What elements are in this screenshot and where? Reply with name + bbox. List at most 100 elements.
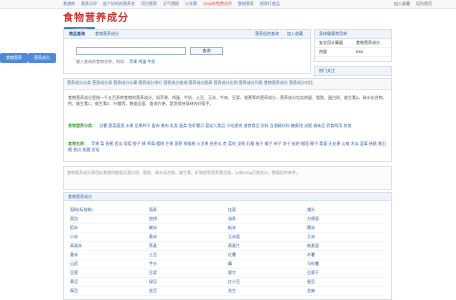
category-link[interactable]: 婴幼儿食品 (205, 123, 226, 128)
food-name-link[interactable]: 橙子 (133, 141, 142, 146)
food-item-link[interactable]: 黄豆 (70, 278, 149, 287)
top-link[interactable]: 火车票 (185, 0, 197, 8)
food-name-link[interactable]: 菠萝 (174, 141, 183, 146)
food-name-link[interactable]: 木瓜 (351, 141, 360, 146)
top-link[interactable]: 保养打底品 (260, 0, 280, 8)
food-name-link[interactable]: 椰子 (310, 141, 319, 146)
tab-food-nutrition[interactable]: 食物营养成分 (92, 30, 122, 38)
food-name-link[interactable]: 荔枝 (228, 141, 237, 146)
food-item-link[interactable]: 挂面 (228, 206, 307, 215)
category-link[interactable]: 坚果种子 (135, 123, 152, 128)
site-logo[interactable]: 食物营养成分 (63, 13, 129, 25)
category-link[interactable]: 调味品 (313, 123, 326, 128)
food-item-link[interactable]: 藕 (228, 260, 307, 269)
category-link[interactable]: 鱼虾蟹贝 (188, 123, 205, 128)
food-name-link[interactable]: 香瓜 (73, 147, 82, 152)
food-item-link[interactable]: 玉米面 (228, 233, 307, 242)
sidebar-row[interactable]: 热量 BMI (315, 48, 391, 57)
top-link[interactable]: 起个好听的营养名 (103, 0, 135, 8)
food-item-link[interactable]: 面包 (70, 215, 149, 224)
category-link[interactable]: 含酒精饮料 (270, 123, 291, 128)
category-link[interactable]: 水果 (125, 123, 134, 128)
tab-nutrition-query[interactable]: 营养组合查询 (252, 30, 282, 38)
food-name-link[interactable]: 芒果 (165, 141, 174, 146)
top-right-link[interactable]: 设为首页 (416, 0, 432, 8)
food-item-link[interactable]: 玉米 (307, 233, 386, 242)
food-item-link[interactable]: 马铃薯 (307, 260, 386, 269)
top-link[interactable]: 营养点评 (81, 0, 97, 8)
category-link[interactable]: 禽肉 (161, 123, 170, 128)
food-item-link[interactable]: 蚕豆 (307, 278, 386, 287)
food-item-link[interactable]: 豌豆 (70, 287, 149, 296)
food-name-link[interactable]: 苹果 (91, 141, 100, 146)
food-item-link[interactable]: 烙饼 (149, 215, 228, 224)
category-link[interactable]: 其他 (343, 123, 351, 128)
float-tab-left[interactable]: 食物营养 (0, 53, 28, 63)
category-link[interactable]: 小吃甜饼 (226, 123, 243, 128)
food-item-link[interactable]: 高粱米 (70, 242, 149, 251)
food-item-link[interactable]: 红小豆 (228, 278, 307, 287)
category-link[interactable]: 畜肉 (152, 123, 161, 128)
food-name-link[interactable]: 柚子 (255, 141, 264, 146)
example-keyword[interactable]: 鸡蛋 (138, 59, 146, 64)
food-name-link[interactable]: 桑葚 (319, 141, 328, 146)
top-link[interactable]: 天气预报 (163, 0, 179, 8)
food-item-link[interactable]: 荞麦 (149, 242, 228, 251)
food-name-link[interactable]: 龙眼 (237, 141, 246, 146)
food-name-link[interactable]: 柿子 (274, 141, 283, 146)
food-item-link[interactable]: 芝麻 (307, 287, 386, 296)
food-item-link[interactable]: 木薯 (307, 251, 386, 260)
food-item-link[interactable]: 薏米 (70, 251, 149, 260)
food-name-link[interactable]: 橘子 (265, 141, 274, 146)
food-name-link[interactable]: 榴莲 (301, 141, 310, 146)
food-item-link[interactable]: 面条 (149, 206, 228, 215)
example-keyword[interactable]: 苹果 (129, 59, 137, 64)
search-input[interactable] (76, 47, 186, 55)
food-name-link[interactable]: 李子 (283, 141, 292, 146)
food-item-link[interactable]: 花生 (228, 287, 307, 296)
food-name-link[interactable]: 金桔 (91, 147, 99, 152)
food-name-link[interactable]: 枇杷 (292, 141, 301, 146)
food-item-link[interactable]: 燕麦片 (228, 242, 307, 251)
food-name-link[interactable]: 猕猴桃 (184, 141, 197, 146)
search-button[interactable]: 查询 (190, 47, 223, 55)
food-item-link[interactable]: 腐竹 (228, 269, 307, 278)
top-link[interactable]: 项目营养 (141, 0, 157, 8)
food-name-link[interactable]: 桂圆 (82, 147, 91, 152)
category-links[interactable]: 谷薯 蔬菜菌藻 水果 坚果种子 畜肉 禽肉 乳类 蛋类 鱼虾蟹贝 婴幼儿食品 小… (99, 123, 351, 128)
food-item-link[interactable]: 豆浆 (149, 269, 228, 278)
category-link[interactable]: 药食两用 (326, 123, 343, 128)
food-name-link[interactable]: 草莓 (147, 141, 156, 146)
category-link[interactable]: 乳类 (170, 123, 179, 128)
food-name-link[interactable]: 西瓜 (115, 141, 124, 146)
food-item-link[interactable]: 黄米 (149, 233, 228, 242)
food-item-link[interactable]: 小米 (70, 233, 149, 242)
food-name-link[interactable]: 葡萄 (124, 141, 133, 146)
sidebar-row[interactable]: 安全用计算器 食物营养成分 (315, 39, 391, 48)
food-item-link[interactable]: 豆腐干 (307, 269, 386, 278)
category-link[interactable]: 蔬菜菌藻 (108, 123, 125, 128)
example-keyword[interactable]: 牛奶 (147, 59, 155, 64)
food-item-link[interactable]: 方便面 (307, 215, 386, 224)
food-name-link[interactable]: 山楂 (342, 141, 351, 146)
tab-add-favorite[interactable]: 加入收藏 (284, 30, 306, 38)
top-right-link[interactable]: 加入收藏 (394, 0, 410, 8)
food-item-link[interactable]: 油条 (228, 215, 307, 224)
food-item-link[interactable]: 稻米 (70, 224, 149, 233)
category-link[interactable]: 速食食品 (244, 123, 261, 128)
food-item-link[interactable]: 糯米 (307, 224, 386, 233)
food-name-link[interactable]: 火龙果 (197, 141, 210, 146)
food-item-link[interactable]: 豆腐 (70, 269, 149, 278)
promo-link[interactable]: 2026年免费点评 (203, 0, 232, 8)
food-item-link[interactable]: 芋头 (149, 260, 228, 269)
food-name-links[interactable]: 苹果 梨 香蕉 西瓜 葡萄 橙子 桃 草莓 樱桃 芒果 菠萝 猕猴桃 火龙果 哈… (68, 141, 386, 152)
food-name-link[interactable]: 哈密瓜 (210, 141, 223, 146)
top-link[interactable]: 食物营养 (238, 0, 254, 8)
food-name-link[interactable]: 香蕉 (105, 141, 114, 146)
food-item-link[interactable]: 馒头 (307, 206, 386, 215)
category-link[interactable]: 糖蜜饯 (291, 123, 304, 128)
food-item-link[interactable]: 粳米 (149, 224, 228, 233)
food-name-link[interactable]: 樱桃 (156, 141, 165, 146)
food-item-link[interactable]: 红薯 (228, 251, 307, 260)
food-name-link[interactable]: 无花果 (328, 141, 341, 146)
